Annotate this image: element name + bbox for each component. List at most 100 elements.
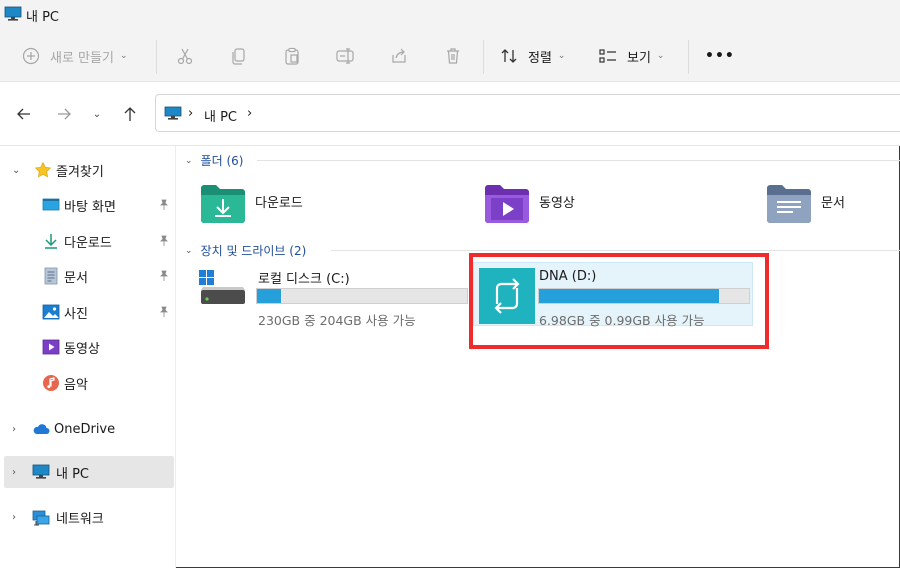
folder-label: 동영상 [539, 196, 575, 211]
back-button[interactable] [12, 102, 36, 126]
chevron-right-icon[interactable]: › [12, 467, 16, 478]
separator [156, 40, 157, 74]
share-icon [392, 48, 406, 63]
pin-icon[interactable] [158, 235, 170, 247]
sidebar-item-label: 문서 [64, 270, 88, 286]
chevron-right-icon[interactable]: › [12, 512, 16, 523]
navigation-pane: ⌄ 즐겨찾기 바탕 화면 다운로드 문서 사진 동영상 음악 › OneDriv… [0, 146, 176, 568]
documents-folder-icon [767, 185, 811, 223]
music-icon [43, 375, 59, 391]
separator [688, 40, 689, 74]
sidebar-item-videos[interactable]: 동영상 [4, 331, 174, 363]
document-icon [44, 267, 58, 285]
arrow-left-icon [17, 108, 30, 120]
folder-label: 문서 [821, 196, 845, 211]
folders-group-header[interactable]: ⌄ 폴더 (6) [185, 152, 243, 169]
chevron-down-icon[interactable]: ⌄ [12, 165, 20, 176]
drive-usage-bar [256, 288, 468, 304]
folder-videos[interactable]: 동영상 [483, 178, 723, 228]
sort-icon [501, 49, 517, 63]
window-title: 내 PC [26, 10, 60, 25]
download-icon [45, 234, 57, 249]
chevron-down-icon: ⌄ [92, 108, 102, 120]
folder-downloads[interactable]: 다운로드 [199, 178, 439, 228]
chevron-down-icon[interactable]: ⌄ [185, 156, 193, 166]
chevron-down-icon: ⌄ [119, 51, 128, 61]
network-icon [32, 510, 50, 526]
view-icon [599, 49, 616, 63]
trash-icon [447, 48, 459, 64]
more-options-button[interactable]: ••• [705, 42, 735, 70]
navigation-bar: ⌄ › 내 PC › [0, 82, 900, 146]
downloads-folder-icon [201, 185, 245, 223]
drive-usage-fill [257, 289, 281, 303]
breadcrumb-item[interactable]: 내 PC [204, 106, 237, 125]
sort-label: 정렬 [528, 50, 552, 66]
forward-button[interactable] [52, 102, 76, 126]
sidebar-item-label: 음악 [64, 377, 88, 393]
chevron-down-icon: ⌄ [656, 51, 665, 61]
rename-button[interactable] [336, 42, 356, 70]
sidebar-item-downloads[interactable]: 다운로드 [4, 225, 174, 257]
drive-name: 로컬 디스크 (C:) [258, 272, 350, 287]
sidebar-item-quick-access[interactable]: ⌄ 즐겨찾기 [4, 154, 174, 186]
drives-group-header[interactable]: ⌄ 장치 및 드라이브 (2) [185, 242, 306, 259]
plus-circle-icon [22, 47, 40, 65]
recent-locations-button[interactable]: ⌄ [85, 102, 109, 126]
delete-button[interactable] [444, 42, 462, 70]
breadcrumb-separator[interactable]: › [247, 106, 252, 121]
arrow-up-icon [124, 107, 136, 121]
video-icon [42, 339, 60, 355]
chevron-down-icon[interactable]: ⌄ [185, 246, 193, 256]
clipboard-icon [285, 47, 299, 65]
copy-button[interactable] [230, 42, 248, 70]
cut-button[interactable] [176, 42, 194, 70]
separator [483, 40, 484, 74]
scissors-icon [177, 48, 193, 65]
sidebar-item-pictures[interactable]: 사진 [4, 296, 174, 328]
new-button[interactable]: 새로 만들기 ⌄ [22, 42, 127, 70]
pin-icon[interactable] [158, 199, 170, 211]
sidebar-item-label: 바탕 화면 [64, 199, 116, 215]
pin-icon[interactable] [158, 306, 170, 318]
sidebar-item-music[interactable]: 음악 [4, 367, 174, 399]
share-button[interactable] [390, 42, 408, 70]
pin-icon[interactable] [158, 270, 170, 282]
folder-label: 다운로드 [255, 196, 303, 211]
sidebar-item-label: 내 PC [56, 466, 90, 482]
sidebar-item-onedrive[interactable]: › OneDrive [4, 413, 174, 445]
sidebar-item-documents[interactable]: 문서 [4, 260, 174, 292]
drive-space-info: 230GB 중 204GB 사용 가능 [258, 313, 416, 328]
group-divider [257, 160, 900, 161]
videos-folder-icon [485, 185, 529, 223]
view-button[interactable]: 보기 ⌄ [598, 42, 664, 70]
chevron-down-icon: ⌄ [557, 51, 566, 61]
rename-icon [336, 48, 354, 64]
folder-documents[interactable]: 문서 [765, 178, 895, 228]
cloud-icon [33, 424, 50, 434]
up-button[interactable] [118, 102, 142, 126]
highlight-box [469, 253, 769, 349]
group-divider [331, 250, 900, 251]
hard-drive-icon [199, 270, 245, 304]
picture-icon [42, 304, 60, 320]
command-bar: 새로 만들기 ⌄ 정렬 ⌄ 보기 ⌄ ••• [0, 30, 900, 82]
paste-button[interactable] [283, 42, 301, 70]
sidebar-item-network[interactable]: › 네트워크 [4, 501, 174, 533]
chevron-right-icon[interactable]: › [12, 424, 16, 435]
sidebar-item-this-pc[interactable]: › 내 PC [4, 456, 174, 488]
pc-icon [164, 106, 182, 120]
group-label: 장치 및 드라이브 (2) [200, 244, 307, 258]
content-pane: ⌄ 폴더 (6) 다운로드 동영상 문서 ⌄ 장치 및 드라이브 (2) 로컬 … [177, 146, 900, 568]
new-button-label: 새로 만들기 [50, 50, 114, 66]
address-bar[interactable]: › 내 PC › [155, 94, 900, 132]
sidebar-item-label: 사진 [64, 306, 88, 322]
sidebar-item-label: 네트워크 [56, 511, 104, 527]
sidebar-item-label: OneDrive [54, 421, 116, 437]
breadcrumb-separator[interactable]: › [188, 106, 193, 121]
sidebar-item-label: 즐겨찾기 [56, 164, 104, 180]
sidebar-item-desktop[interactable]: 바탕 화면 [4, 189, 174, 221]
sort-button[interactable]: 정렬 ⌄ [500, 42, 565, 70]
drive-c[interactable]: 로컬 디스크 (C:) 230GB 중 204GB 사용 가능 [197, 264, 473, 328]
pc-icon [32, 464, 50, 479]
